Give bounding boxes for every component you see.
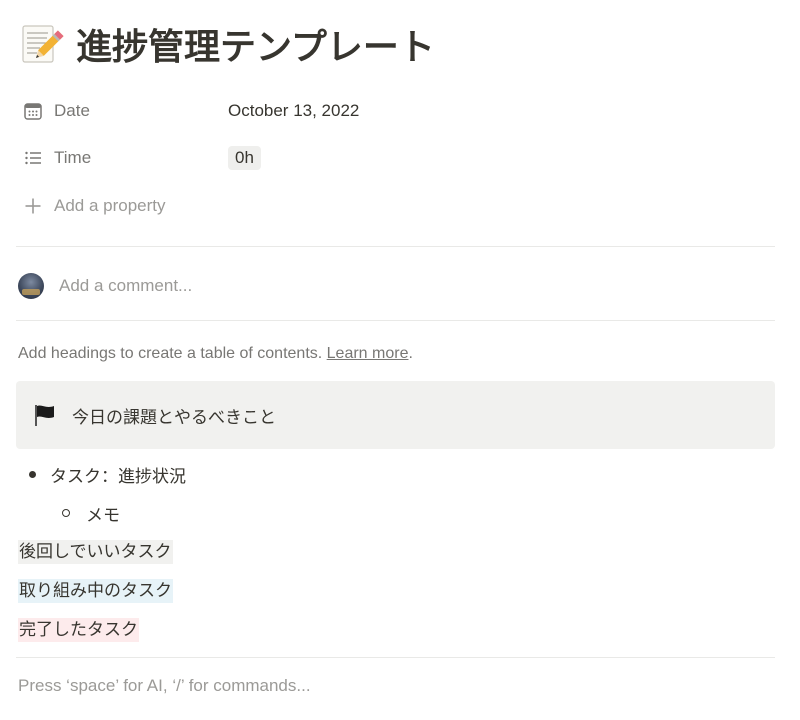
avatar xyxy=(18,273,44,299)
property-name-date[interactable]: Date xyxy=(16,100,228,122)
divider xyxy=(16,320,775,321)
add-property-label-wrap[interactable]: Add a property xyxy=(16,195,166,217)
toc-hint-suffix: . xyxy=(408,345,413,362)
callout-text[interactable]: 今日の課題とやるべきこと xyxy=(72,403,276,428)
highlight-gray-text[interactable]: 後回しでいいタスク xyxy=(18,540,173,564)
page-title[interactable]: 進捗管理テンプレート xyxy=(76,18,435,70)
property-row-date[interactable]: Date October 13, 2022 xyxy=(16,93,776,129)
property-value-time[interactable]: 0h xyxy=(228,146,261,170)
plus-icon xyxy=(22,195,44,217)
property-label: Time xyxy=(54,148,92,167)
toc-hint: Add headings to create a table of conten… xyxy=(18,345,413,363)
bullet-dot xyxy=(29,470,36,478)
notion-page: 進捗管理テンプレート Date October 13, 2022 Time 0h… xyxy=(0,0,800,720)
page-title-row: 進捗管理テンプレート xyxy=(20,18,435,70)
list-icon xyxy=(22,147,44,169)
divider xyxy=(16,657,775,658)
divider xyxy=(16,246,775,247)
callout-block[interactable]: 今日の課題とやるべきこと xyxy=(16,381,775,449)
property-row-time[interactable]: Time 0h xyxy=(16,140,776,176)
learn-more-link[interactable]: Learn more xyxy=(327,345,409,362)
add-property-button[interactable]: Add a property xyxy=(16,188,776,224)
bullet-circle xyxy=(62,509,70,517)
highlight-red-text[interactable]: 完了したタスク xyxy=(18,618,139,642)
memo-pencil-icon[interactable] xyxy=(20,22,64,66)
comment-input[interactable]: Add a comment... xyxy=(59,276,192,296)
comment-row[interactable]: Add a comment... xyxy=(18,268,192,304)
property-value-date[interactable]: October 13, 2022 xyxy=(228,101,359,121)
editor-placeholder[interactable]: Press ‘space’ for AI, ‘/’ for commands..… xyxy=(18,676,311,696)
calendar-icon xyxy=(22,100,44,122)
property-label: Date xyxy=(54,101,90,120)
list-item[interactable]: タスク：進捗状況 xyxy=(29,459,186,489)
list-item-nested[interactable]: メモ xyxy=(62,498,120,528)
highlight-blue-text[interactable]: 取り組み中のタスク xyxy=(18,579,173,603)
add-property-label: Add a property xyxy=(54,196,166,215)
property-name-time[interactable]: Time xyxy=(16,147,228,169)
toc-hint-text: Add headings to create a table of conten… xyxy=(18,345,327,362)
black-flag-icon[interactable] xyxy=(32,402,58,428)
list-item-text[interactable]: メモ xyxy=(86,501,120,526)
list-item-text[interactable]: タスク：進捗状況 xyxy=(50,462,186,487)
